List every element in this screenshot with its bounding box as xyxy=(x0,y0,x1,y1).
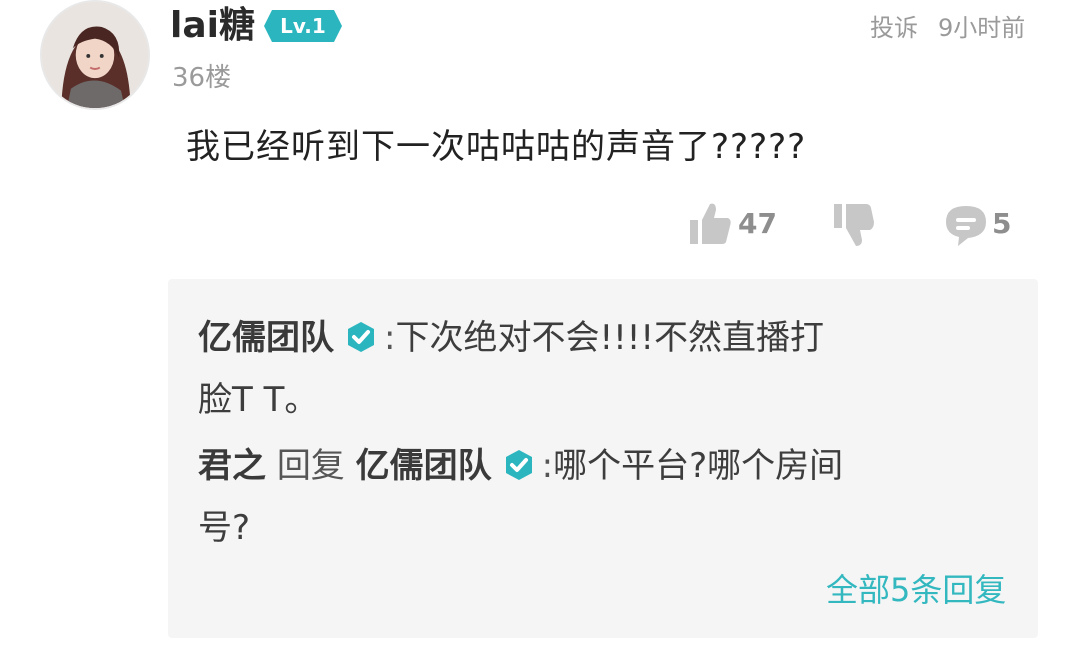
speech-bubble-icon xyxy=(946,206,986,246)
verified-check-icon xyxy=(505,450,532,480)
reply-target[interactable]: 亿儒团队 xyxy=(356,446,492,486)
reply-separator: : xyxy=(384,318,396,358)
reply-author[interactable]: 君之 xyxy=(198,446,266,486)
thumbs-up-icon xyxy=(690,203,731,244)
reply-item[interactable]: 亿儒团队 :下次绝对不会!!!!不然直播打 xyxy=(198,306,998,370)
level-badge: Lv.1 xyxy=(262,8,344,44)
avatar-image xyxy=(42,2,148,108)
reply-text: 下次绝对不会!!!!不然直播打 xyxy=(395,318,824,358)
like-button[interactable]: 47 xyxy=(688,196,788,252)
report-button[interactable]: 投诉 xyxy=(870,8,918,48)
reply-author[interactable]: 亿儒团队 xyxy=(198,318,334,358)
reply-button[interactable]: 5 xyxy=(944,196,1024,252)
reply-item-continuation: 号? xyxy=(198,496,998,560)
reply-word: 回复 xyxy=(276,446,345,486)
timestamp: 9小时前 xyxy=(938,14,1026,42)
reply-item[interactable]: 君之 回复 亿儒团队 :哪个平台?哪个房间 xyxy=(198,434,998,498)
user-avatar[interactable] xyxy=(40,0,150,110)
verified-check-icon xyxy=(348,322,374,352)
floor-number: 36楼 xyxy=(172,63,232,93)
thumbs-down-icon xyxy=(834,204,874,246)
comment-card: lai糖 Lv.1 36楼 投诉 9小时前 我已经听到下一次咕咕咕的声音了???… xyxy=(0,0,1080,652)
like-count: 47 xyxy=(738,207,777,240)
level-label: Lv.1 xyxy=(280,14,326,38)
reply-text-continued: 脸T T。 xyxy=(198,380,319,420)
reply-text-continued: 号? xyxy=(198,508,251,548)
reply-item-continuation: 脸T T。 xyxy=(198,368,998,432)
reply-text: 哪个平台?哪个房间 xyxy=(553,446,844,486)
reply-count: 5 xyxy=(992,207,1012,240)
username[interactable]: lai糖 xyxy=(170,2,255,50)
reply-separator: : xyxy=(541,446,554,486)
dislike-button[interactable] xyxy=(830,196,890,252)
comment-body: 我已经听到下一次咕咕咕的声音了????? xyxy=(186,127,807,167)
view-all-replies-link[interactable]: 全部5条回复 xyxy=(826,568,1006,612)
